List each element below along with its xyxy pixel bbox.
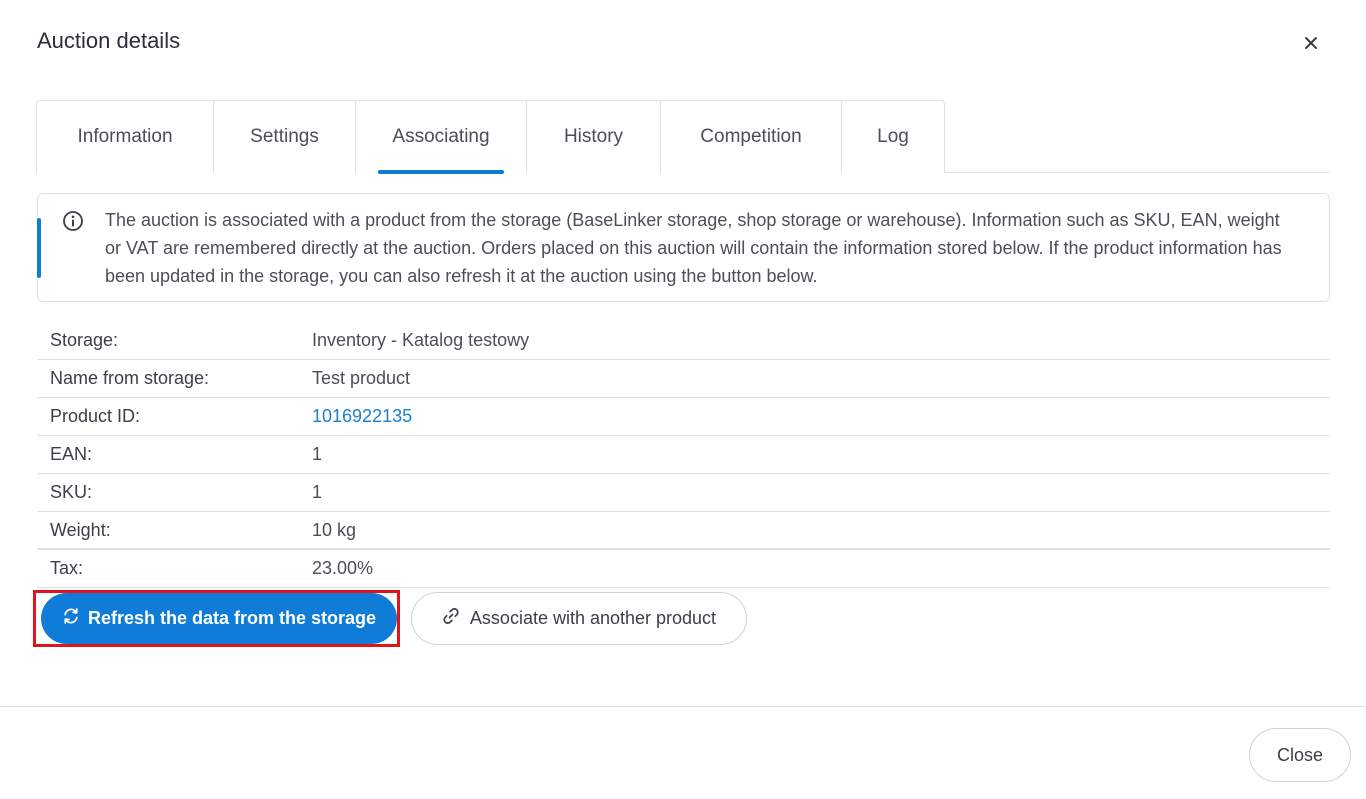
table-row: Name from storage: Test product: [37, 360, 1330, 398]
refresh-button-label: Refresh the data from the storage: [87, 608, 377, 628]
row-label: Weight:: [50, 519, 111, 540]
tab-history[interactable]: History: [527, 101, 661, 173]
table-row: SKU: 1: [37, 474, 1330, 512]
table-row: Tax: 23.00%: [37, 550, 1330, 588]
alert-accent-bar: [37, 218, 41, 278]
close-icon[interactable]: [1298, 30, 1324, 56]
tab-bar: Information Settings Associating History…: [36, 100, 945, 174]
refresh-data-button[interactable]: Refresh the data from the storage: [41, 593, 397, 644]
row-label: EAN:: [50, 444, 93, 464]
row-value: Test product: [312, 368, 411, 388]
row-label: Storage:: [50, 330, 119, 350]
row-value: 10 kg: [312, 519, 357, 540]
row-label: SKU:: [50, 482, 93, 502]
tab-competition[interactable]: Competition: [661, 101, 842, 173]
table-row: Product ID: 1016922135: [37, 398, 1330, 436]
info-icon: [62, 210, 84, 232]
row-label: Name from storage:: [50, 368, 210, 388]
close-button[interactable]: Close: [1249, 728, 1351, 782]
info-text: The auction is associated with a product…: [105, 210, 1282, 286]
tab-associating[interactable]: Associating: [356, 101, 527, 174]
link-icon: [442, 607, 460, 630]
associate-button-label: Associate with another product: [469, 608, 717, 628]
tab-information[interactable]: Information: [37, 101, 214, 173]
associate-product-button[interactable]: Associate with another product: [411, 592, 747, 645]
table-row: EAN: 1: [37, 436, 1330, 474]
auction-details-modal: Auction details Information Settings Ass…: [0, 0, 1366, 799]
tab-settings[interactable]: Settings: [214, 101, 356, 173]
table-row: Storage: Inventory - Katalog testowy: [37, 322, 1330, 360]
row-label: Product ID:: [50, 406, 141, 426]
tab-log[interactable]: Log: [842, 101, 944, 173]
row-value: 1: [312, 482, 323, 502]
row-value: 23.00%: [312, 558, 374, 578]
details-table: Storage: Inventory - Katalog testowy Nam…: [37, 322, 1330, 588]
footer-divider: [0, 706, 1366, 707]
row-value: Inventory - Katalog testowy: [312, 330, 530, 350]
refresh-icon: [62, 607, 80, 630]
modal-title: Auction details: [37, 28, 181, 53]
table-row: Weight: 10 kg: [37, 512, 1330, 550]
info-alert: The auction is associated with a product…: [37, 193, 1330, 302]
product-id-link[interactable]: 1016922135: [312, 406, 412, 427]
row-label: Tax:: [50, 558, 84, 578]
row-value: 1: [312, 444, 323, 464]
